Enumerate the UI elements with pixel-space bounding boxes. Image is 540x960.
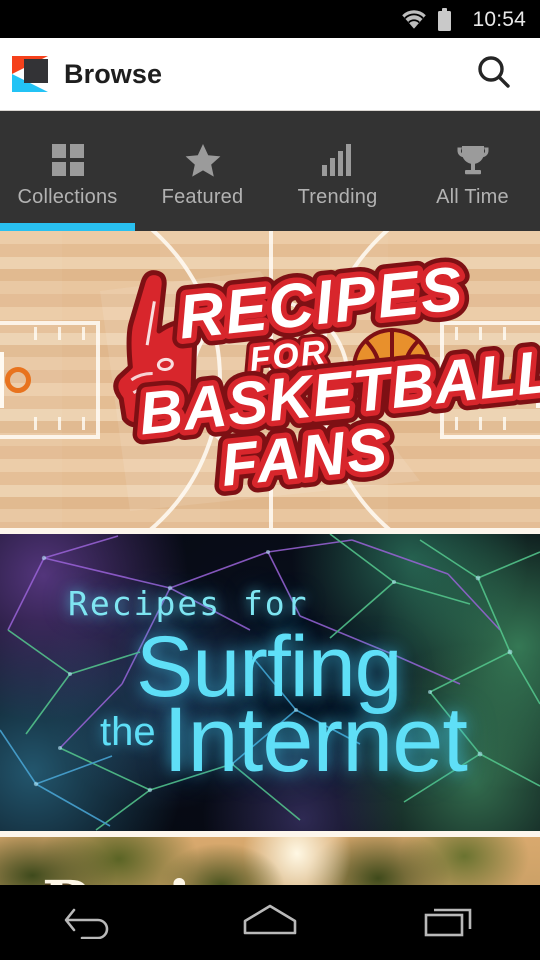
internet-card-title: Recipes for Surfing the Internet: [0, 534, 540, 831]
card-title-line-3: the: [100, 710, 156, 754]
search-button[interactable]: [468, 48, 520, 100]
tab-bar: Collections Featured Trending All Time: [0, 111, 540, 231]
tab-all-time-label: All Time: [436, 186, 509, 208]
grid-icon: [51, 141, 84, 179]
search-icon: [474, 52, 514, 97]
tab-collections-label: Collections: [17, 186, 118, 208]
home-icon: [241, 902, 299, 943]
tab-all-time[interactable]: All Time: [405, 111, 540, 231]
bar-chart-icon: [321, 141, 354, 179]
collection-card-basketball[interactable]: RECIPES RECIPES RECIPES FOR FOR FOR BASK…: [0, 231, 540, 528]
page-title: Browse: [64, 58, 163, 89]
card-title-line-1: Recipes: [42, 867, 306, 885]
tab-featured[interactable]: Featured: [135, 111, 270, 231]
card-title-line-4: Internet: [163, 689, 468, 791]
status-bar: 10:54: [0, 0, 540, 38]
recent-apps-button[interactable]: [395, 885, 505, 960]
android-navigation-bar: [0, 885, 540, 960]
tab-selected-indicator: [0, 223, 135, 231]
battery-icon: [438, 7, 452, 31]
recent-apps-icon: [423, 902, 477, 943]
tab-trending-label: Trending: [297, 186, 378, 208]
card-title-line-1: Recipes for: [68, 584, 309, 623]
home-button[interactable]: [215, 885, 325, 960]
status-bar-icons: 10:54: [401, 7, 526, 31]
back-arrow-icon: [64, 901, 116, 944]
basketball-card-artwork: RECIPES RECIPES RECIPES FOR FOR FOR BASK…: [100, 244, 540, 511]
collection-list[interactable]: RECIPES RECIPES RECIPES FOR FOR FOR BASK…: [0, 231, 540, 885]
collection-card-internet[interactable]: Recipes for Surfing the Internet: [0, 534, 540, 831]
tab-featured-label: Featured: [161, 186, 244, 208]
star-icon: [185, 141, 221, 179]
app-logo-icon: [12, 56, 48, 92]
back-button[interactable]: [35, 885, 145, 960]
trophy-icon: [456, 141, 490, 179]
tab-trending[interactable]: Trending: [270, 111, 405, 231]
status-bar-clock: 10:54: [472, 7, 526, 31]
wifi-icon: [401, 9, 427, 29]
app-bar: Browse: [0, 38, 540, 110]
app-screen: 10:54 Browse Collections Featured Trendi…: [0, 0, 540, 960]
collection-card-nature[interactable]: Recipes: [0, 837, 540, 885]
tab-collections[interactable]: Collections: [0, 111, 135, 231]
